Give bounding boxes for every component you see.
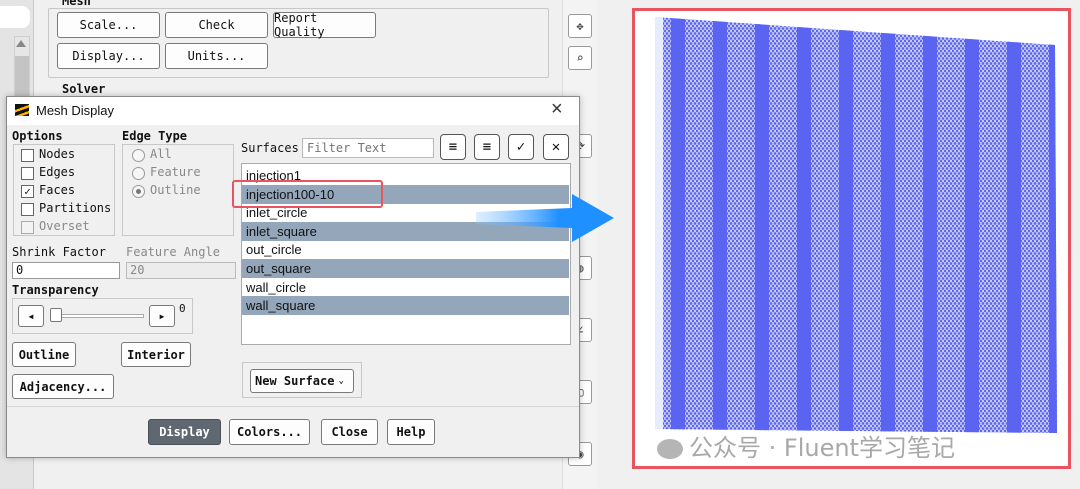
dropdown-arrow-icon: ⌄: [338, 376, 344, 386]
shrink-factor-label: Shrink Factor: [12, 245, 106, 259]
left-strip-tab[interactable]: [0, 6, 30, 28]
dialog-title: Mesh Display: [36, 103, 115, 118]
select-checked-icon[interactable]: ✓: [508, 134, 534, 160]
footer-divider: [7, 406, 579, 407]
wechat-icon: [657, 439, 683, 459]
transparency-slider-track[interactable]: [52, 314, 144, 318]
radio-label: Feature: [150, 165, 201, 179]
mesh-render: [655, 17, 1057, 433]
slider-right-button[interactable]: ▸: [149, 305, 175, 327]
radio-label: Outline: [150, 183, 201, 197]
select-all-icon[interactable]: ≡: [440, 134, 466, 160]
checkbox-overset: [21, 221, 34, 234]
left-mesh-edge: [655, 17, 663, 433]
feature-angle-input: 20: [126, 262, 236, 279]
transparency-value: 0: [179, 302, 186, 315]
fluent-logo-icon: [15, 104, 29, 116]
flow-band: [713, 17, 727, 433]
shrink-factor-value: 0: [16, 263, 24, 277]
watermark: 公众号 · Fluent学习笔记: [657, 428, 955, 463]
arrow-annotation: [476, 194, 614, 242]
interior-button[interactable]: Interior: [121, 342, 191, 367]
checkbox-label: Partitions: [39, 201, 112, 215]
feature-angle-value: 20: [130, 263, 145, 277]
display-mesh-button[interactable]: Display...: [57, 43, 160, 69]
checkbox-edges[interactable]: [21, 167, 34, 180]
pan-icon[interactable]: ✥: [568, 14, 592, 38]
radio-outline[interactable]: [132, 185, 145, 198]
options-header: Options: [12, 129, 63, 143]
adjacency-button[interactable]: Adjacency...: [12, 374, 114, 399]
outline-button[interactable]: Outline: [12, 342, 76, 367]
checkbox-label: Edges: [39, 165, 76, 179]
colors-button[interactable]: Colors...: [229, 419, 310, 445]
surface-item[interactable]: wall_square: [242, 296, 569, 316]
checkbox-nodes[interactable]: [21, 149, 34, 162]
scroll-thumb[interactable]: [15, 56, 29, 96]
report-quality-button[interactable]: Report Quality: [273, 11, 376, 39]
feature-angle-label: Feature Angle: [126, 245, 220, 259]
checkbox-label: Overset: [39, 219, 90, 233]
solver-group-title: Solver: [62, 82, 106, 96]
flow-band: [755, 17, 769, 433]
radio-all[interactable]: [132, 149, 145, 162]
checkbox-label: Faces: [39, 183, 76, 197]
clear-selection-icon[interactable]: ✕: [543, 134, 569, 160]
transparency-header: Transparency: [12, 283, 99, 297]
help-button[interactable]: Help: [387, 419, 435, 445]
highlight-box: [232, 180, 383, 208]
radio-label: All: [150, 147, 172, 161]
checkbox-faces[interactable]: ✓: [21, 185, 34, 198]
check-button[interactable]: Check: [165, 12, 268, 38]
flow-band: [797, 17, 811, 433]
flow-band: [1049, 17, 1057, 433]
checkbox-label: Nodes: [39, 147, 76, 161]
scale-button[interactable]: Scale...: [57, 12, 160, 38]
flow-band: [881, 17, 895, 433]
edge-type-header: Edge Type: [122, 129, 188, 143]
new-surface-label: New Surface: [255, 374, 335, 388]
watermark-text: 公众号 · Fluent学习笔记: [689, 434, 955, 462]
zoom-icon[interactable]: ⌕: [568, 46, 592, 70]
surfaces-label: Surfaces: [241, 141, 299, 155]
mesh-group-title: Mesh: [62, 0, 91, 8]
surface-item[interactable]: out_square: [242, 259, 569, 278]
scroll-up-icon[interactable]: [16, 40, 26, 47]
surface-item[interactable]: wall_circle: [242, 278, 569, 297]
shrink-factor-input[interactable]: 0: [12, 262, 120, 279]
flow-band: [671, 17, 685, 433]
flow-band: [839, 17, 853, 433]
slider-left-button[interactable]: ◂: [18, 305, 44, 327]
checkbox-partitions[interactable]: [21, 203, 34, 216]
surfaces-filter-input[interactable]: [302, 138, 434, 158]
radio-feature[interactable]: [132, 167, 145, 180]
units-button[interactable]: Units...: [165, 43, 268, 69]
flow-band: [1007, 17, 1021, 433]
display-button[interactable]: Display: [148, 419, 221, 445]
close-button[interactable]: Close: [321, 419, 378, 445]
transparency-slider-thumb[interactable]: [50, 308, 62, 322]
flow-band: [965, 17, 979, 433]
new-surface-button[interactable]: New Surface ⌄: [250, 369, 354, 393]
flow-band: [923, 17, 937, 433]
deselect-all-icon[interactable]: ≡: [474, 134, 500, 160]
dialog-close-icon[interactable]: ×: [551, 98, 563, 121]
